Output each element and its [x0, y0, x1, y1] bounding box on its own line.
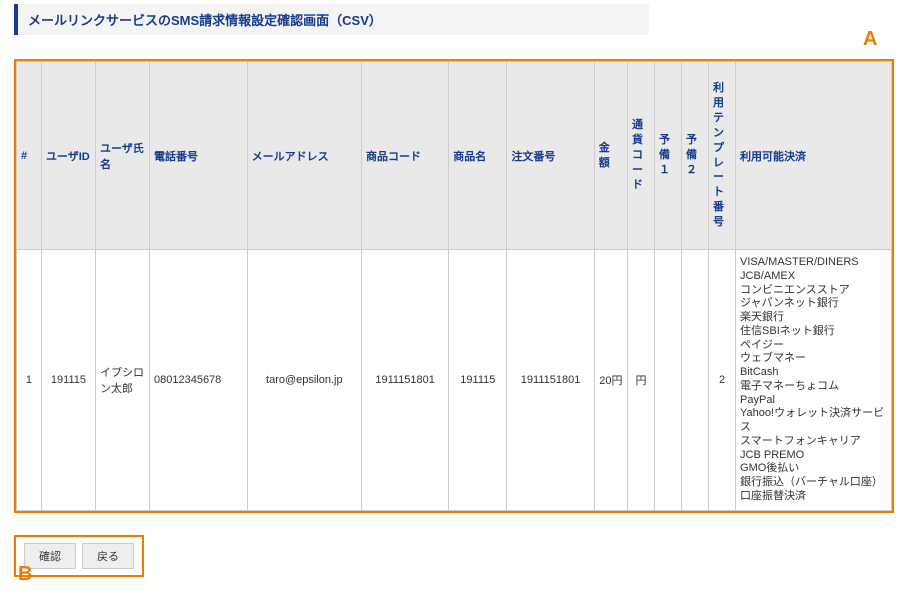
col-user-name: ユーザ氏名 — [95, 62, 149, 250]
cell-order-no: 1911151801 — [507, 250, 594, 511]
col-reserve1: 予備１ — [654, 62, 681, 250]
cell-idx: 1 — [17, 250, 42, 511]
page-title: メールリンクサービスのSMS請求情報設定確認画面（CSV） — [14, 4, 649, 35]
col-currency: 通貨コード — [627, 62, 654, 250]
col-product-name: 商品名 — [449, 62, 507, 250]
col-payments: 利用可能決済 — [736, 62, 892, 250]
col-product-code: 商品コード — [361, 62, 448, 250]
col-user-id: ユーザID — [41, 62, 95, 250]
col-order-no: 注文番号 — [507, 62, 594, 250]
col-phone: 電話番号 — [150, 62, 248, 250]
cell-template-no: 2 — [709, 250, 736, 511]
cell-reserve2 — [682, 250, 709, 511]
annotation-marker-b: B — [18, 563, 32, 586]
cell-email: taro@epsilon.jp — [247, 250, 361, 511]
col-template-no: 利用テンプレート番号 — [709, 62, 736, 250]
table-header-row: # ユーザID ユーザ氏名 電話番号 メールアドレス 商品コード 商品名 注文番… — [17, 62, 892, 250]
annotation-marker-a: A — [863, 28, 877, 51]
data-table-frame: # ユーザID ユーザ氏名 電話番号 メールアドレス 商品コード 商品名 注文番… — [14, 59, 894, 513]
button-row-frame: 確認 戻る — [14, 535, 144, 577]
cell-reserve1 — [654, 250, 681, 511]
back-button[interactable]: 戻る — [82, 543, 134, 569]
cell-product-name: 191115 — [449, 250, 507, 511]
cell-currency: 円 — [627, 250, 654, 511]
cell-user-name: イプシロン太郎 — [95, 250, 149, 511]
data-table: # ユーザID ユーザ氏名 電話番号 メールアドレス 商品コード 商品名 注文番… — [16, 61, 892, 511]
cell-user-id: 191115 — [41, 250, 95, 511]
col-reserve2: 予備２ — [682, 62, 709, 250]
cell-product-code: 1911151801 — [361, 250, 448, 511]
col-email: メールアドレス — [247, 62, 361, 250]
cell-amount: 20円 — [594, 250, 627, 511]
col-amount: 金額 — [594, 62, 627, 250]
table-row: 1 191115 イプシロン太郎 08012345678 taro@epsilo… — [17, 250, 892, 511]
cell-phone: 08012345678 — [150, 250, 248, 511]
col-idx: # — [17, 62, 42, 250]
cell-payments: VISA/MASTER/DINERS JCB/AMEX コンビニエンスストア ジ… — [736, 250, 892, 511]
